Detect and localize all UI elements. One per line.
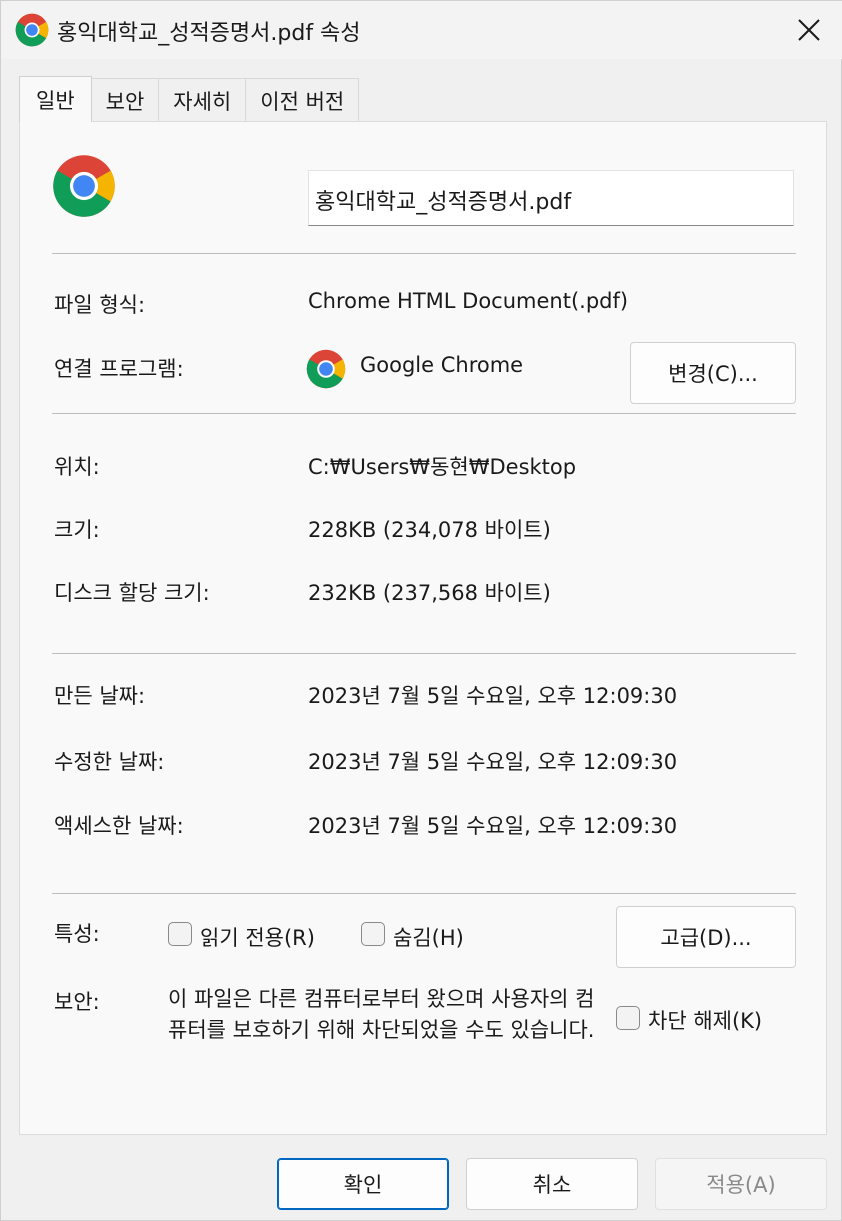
attributes-label: 특성:	[54, 922, 100, 946]
readonly-label[interactable]: 읽기 전용(R)	[200, 922, 315, 952]
unblock-label[interactable]: 차단 해제(K)	[648, 1005, 762, 1035]
accessed-label: 액세스한 날짜:	[54, 814, 184, 838]
tab-previous-versions[interactable]: 이전 버전	[245, 78, 360, 122]
hidden-checkbox[interactable]	[361, 922, 385, 946]
cancel-button[interactable]: 취소	[466, 1158, 638, 1210]
created-label: 만든 날짜:	[54, 684, 146, 708]
ok-button[interactable]: 확인	[277, 1158, 449, 1210]
chrome-icon	[53, 155, 115, 217]
location-label: 위치:	[54, 455, 100, 479]
modified-label: 수정한 날짜:	[54, 750, 165, 774]
tab-general[interactable]: 일반	[19, 76, 92, 122]
divider	[52, 653, 796, 654]
modified-value: 2023년 7월 5일 수요일, 오후 12:09:30	[308, 750, 678, 774]
filename-input[interactable]	[308, 170, 794, 226]
opens-with-value: Google Chrome	[360, 353, 524, 377]
divider	[52, 893, 796, 894]
properties-dialog: 홍익대학교_성적증명서.pdf 속성 일반 보안 자세히 이전 버전 파일 형식…	[0, 0, 842, 1221]
file-type-label: 파일 형식:	[54, 293, 146, 317]
security-message: 이 파일은 다른 컴퓨터로부터 왔으며 사용자의 컴퓨터를 보호하기 위해 차단…	[168, 987, 595, 1042]
advanced-button[interactable]: 고급(D)...	[616, 906, 796, 968]
divider	[52, 253, 796, 254]
unblock-checkbox[interactable]	[616, 1006, 640, 1030]
location-value: C:₩Users₩동현₩Desktop	[308, 455, 577, 479]
accessed-value: 2023년 7월 5일 수요일, 오후 12:09:30	[308, 814, 678, 838]
change-button[interactable]: 변경(C)...	[630, 342, 796, 404]
general-panel: 파일 형식: Chrome HTML Document(.pdf) 연결 프로그…	[19, 121, 827, 1135]
size-on-disk-value: 232KB (237,568 바이트)	[308, 581, 551, 605]
size-on-disk-label: 디스크 할당 크기:	[54, 581, 210, 605]
readonly-checkbox[interactable]	[168, 922, 192, 946]
divider	[52, 413, 796, 414]
title-bar: 홍익대학교_성적증명서.pdf 속성	[1, 1, 842, 59]
apply-button[interactable]: 적용(A)	[655, 1158, 827, 1210]
opens-with-label: 연결 프로그램:	[54, 357, 184, 381]
security-label: 보안:	[54, 990, 100, 1014]
window-title: 홍익대학교_성적증명서.pdf 속성	[57, 21, 361, 46]
tab-details[interactable]: 자세히	[158, 78, 247, 122]
created-value: 2023년 7월 5일 수요일, 오후 12:09:30	[308, 684, 678, 708]
size-label: 크기:	[54, 518, 100, 542]
tab-security[interactable]: 보안	[90, 78, 160, 122]
file-type-value: Chrome HTML Document(.pdf)	[308, 289, 629, 313]
chrome-icon	[306, 349, 346, 389]
close-icon	[798, 19, 820, 41]
hidden-label[interactable]: 숨김(H)	[393, 922, 464, 952]
size-value: 228KB (234,078 바이트)	[308, 518, 551, 542]
chrome-icon	[15, 13, 49, 47]
tab-strip: 일반 보안 자세히 이전 버전	[19, 76, 360, 122]
close-button[interactable]	[781, 7, 837, 53]
